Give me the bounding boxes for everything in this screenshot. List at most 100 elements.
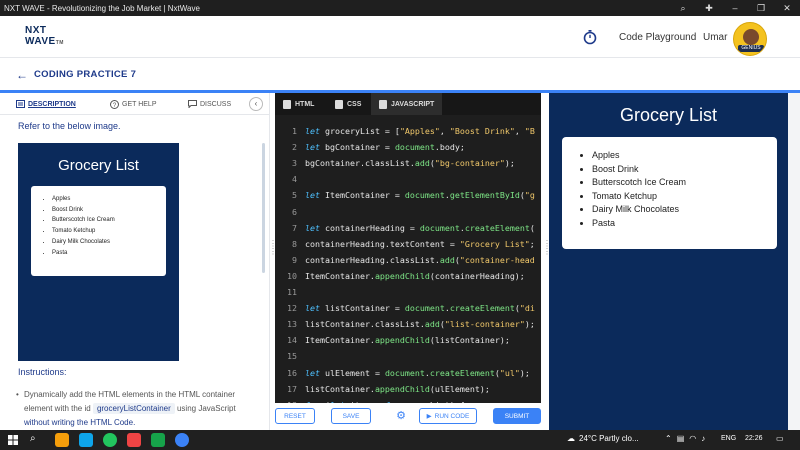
nxtwave-app-icon[interactable] — [175, 433, 189, 447]
instructions-title: Instructions: — [18, 367, 67, 377]
code-playground-link[interactable]: Code Playground — [619, 32, 696, 43]
code-line[interactable]: 17 listContainer.appendChild(ulElement); — [275, 381, 541, 397]
editor-footer: RESET SAVE ⚙ ▶ RUN CODE SUBMIT — [275, 403, 541, 430]
code-token: ItemContainer. — [305, 335, 375, 346]
collapse-panel-button[interactable]: ‹ — [249, 97, 263, 111]
puzzle-icon[interactable]: ✚ — [696, 3, 722, 14]
code-line[interactable]: 12 let listContainer = document.createEle… — [275, 300, 541, 316]
page-title: CODING PRACTICE 7 — [34, 69, 137, 80]
tab-javascript[interactable]: JAVASCRIPT — [371, 93, 443, 115]
code-token: "container-head — [459, 254, 535, 265]
avatar-badge: GENIUS — [738, 45, 764, 52]
weather-widget[interactable]: ☁ 24°C Partly clo... — [567, 434, 639, 443]
code-token: let — [305, 303, 320, 314]
code-line[interactable]: 13 listContainer.classList.add("list-cont… — [275, 316, 541, 332]
taskbar-search-icon[interactable]: ⌕ — [30, 433, 36, 444]
output-scrollbar[interactable] — [788, 93, 800, 430]
code-line[interactable]: 7 let containerHeading = document.createE… — [275, 220, 541, 236]
tab-description[interactable]: DESCRIPTION — [16, 100, 76, 108]
code-line[interactable]: 3 bgContainer.classList.add("bg-container… — [275, 155, 541, 171]
reset-button[interactable]: RESET — [275, 408, 315, 424]
code-token: "list-container" — [444, 319, 525, 330]
search-icon[interactable]: ⌕ — [670, 3, 696, 14]
restore-icon[interactable]: ❐ — [748, 3, 774, 14]
javascript-icon — [379, 99, 387, 109]
windows-start-icon[interactable] — [8, 435, 18, 445]
code-token: let — [305, 222, 320, 233]
timer-icon[interactable] — [582, 29, 598, 45]
preview-card: Apples Boost Drink Butterscotch Ice Crea… — [31, 186, 166, 276]
network-icon[interactable]: ▤ — [677, 434, 685, 443]
tab-get-help[interactable]: ? GET HELP — [110, 100, 157, 109]
preview-title: Grocery List — [58, 157, 139, 174]
photos-icon[interactable] — [127, 433, 141, 447]
code-token: let — [305, 190, 320, 201]
code-line[interactable]: 11 — [275, 284, 541, 300]
code-token: appendChild — [374, 383, 430, 394]
code-line[interactable]: 5 let ItemContainer = document.getElement… — [275, 187, 541, 203]
run-code-button[interactable]: ▶ RUN CODE — [419, 408, 477, 424]
line-number: 1 — [292, 126, 297, 136]
code-line[interactable]: 2 let bgContainer = document.body; — [275, 139, 541, 155]
code-token: add — [424, 319, 440, 330]
code-line[interactable]: 14 ItemContainer.appendChild(listContaine… — [275, 332, 541, 348]
code-line[interactable]: 8 containerHeading.textContent = "Grocery… — [275, 236, 541, 252]
code-editor: HTML CSS JAVASCRIPT 1 let groceryList = [… — [275, 93, 541, 403]
chevron-up-icon[interactable]: ⌃ — [665, 434, 672, 443]
help-icon: ? — [110, 100, 119, 109]
volume-icon[interactable]: ♪ — [701, 434, 705, 443]
code-line[interactable]: 16 let ulElement = document.createElement… — [275, 365, 541, 381]
code-line[interactable]: 15 — [275, 348, 541, 364]
clock[interactable]: 22:26 — [745, 435, 763, 442]
list-item: Dairy Milk Chocolates — [52, 237, 166, 248]
code-token: listContainer.classList. — [305, 319, 425, 330]
practice-header: ← CODING PRACTICE 7 — [0, 59, 800, 90]
settings-gear-icon[interactable]: ⚙ — [395, 410, 407, 422]
edge-icon[interactable] — [79, 433, 93, 447]
weather-icon: ☁ — [567, 434, 575, 443]
list-item: Pasta — [592, 217, 777, 231]
wifi-icon[interactable]: ◠ — [689, 434, 696, 443]
code-line[interactable]: 1 let groceryList = ["Apples", "Boost Dri… — [275, 123, 541, 139]
window-title-bar: NXT WAVE - Revolutionizing the Job Marke… — [0, 0, 800, 16]
tab-discuss[interactable]: DISCUSS — [188, 100, 231, 108]
chrome-icon[interactable] — [103, 433, 117, 447]
code-text-area[interactable]: 1 let groceryList = ["Apples", "Boost Dri… — [275, 115, 541, 403]
logo-line1: NXT — [25, 25, 47, 36]
logo-line2: WAVETM — [25, 36, 64, 47]
nxtwave-logo[interactable]: NXT WAVETM — [25, 25, 73, 51]
code-token: (listContainer); — [429, 335, 510, 346]
minimize-icon[interactable]: – — [722, 3, 748, 13]
avatar[interactable]: GENIUS — [733, 22, 767, 56]
code-token: ulElement = — [320, 367, 385, 378]
save-button[interactable]: SAVE — [331, 408, 371, 424]
submit-button[interactable]: SUBMIT — [493, 408, 541, 424]
right-splitter-handle[interactable]: ⋮ ⋮ — [543, 240, 551, 270]
line-number: 11 — [287, 287, 297, 297]
code-line[interactable]: 9 containerHeading.classList.add("contain… — [275, 252, 541, 268]
close-icon[interactable]: ✕ — [774, 3, 800, 14]
line-number: 4 — [292, 174, 297, 185]
line-number: 14 — [287, 335, 297, 346]
tab-css[interactable]: CSS — [327, 93, 369, 115]
app-header: NXT WAVETM Code Playground Umar GENIUS — [0, 16, 800, 58]
file-explorer-icon[interactable] — [55, 433, 69, 447]
code-token: createElement — [449, 303, 515, 314]
css3-icon — [335, 99, 343, 109]
notification-icon[interactable]: ▭ — [776, 434, 784, 443]
inline-code: groceryListContainer — [92, 403, 175, 414]
code-token: listContainer. — [305, 383, 375, 394]
description-scrollbar[interactable] — [262, 143, 265, 273]
language-indicator[interactable]: ENG — [721, 435, 736, 442]
code-token: .body; — [434, 142, 465, 153]
code-token: "B — [524, 126, 535, 136]
preview-list: Apples Boost Drink Butterscotch Ice Crea… — [41, 194, 166, 258]
back-arrow-icon[interactable]: ← — [16, 68, 28, 82]
left-splitter-handle[interactable]: ⋮ ⋮ — [269, 240, 277, 270]
code-line[interactable]: 4 — [275, 171, 541, 187]
code-line[interactable]: 6 — [275, 204, 541, 220]
tab-html[interactable]: HTML — [275, 93, 322, 115]
whatsapp-icon[interactable] — [151, 433, 165, 447]
code-token: ; — [529, 238, 535, 249]
code-line[interactable]: 10 ItemContainer.appendChild(containerHea… — [275, 268, 541, 284]
